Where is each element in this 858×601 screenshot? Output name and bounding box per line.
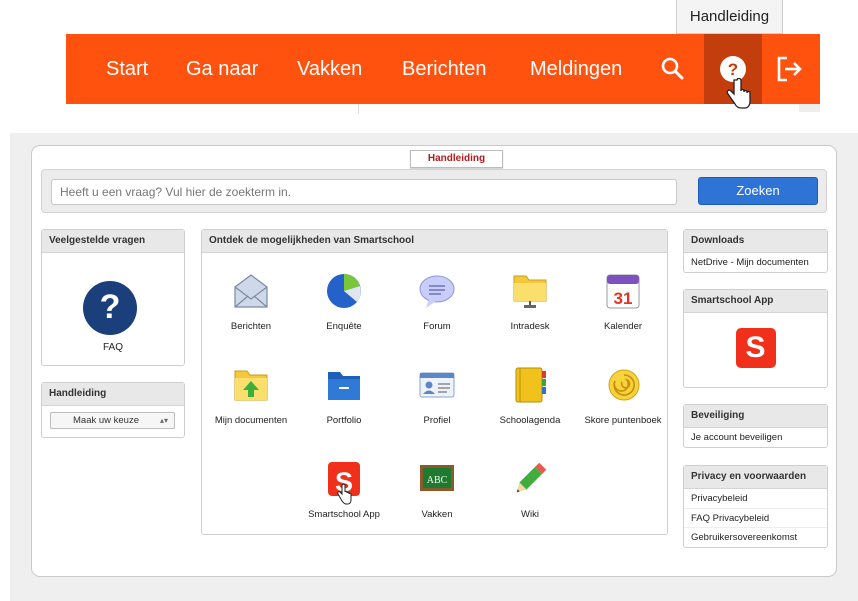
privacy-faq-link[interactable]: FAQ Privacybeleid <box>684 508 827 527</box>
agenda-icon <box>515 367 546 403</box>
nav-start[interactable]: Start <box>106 34 148 104</box>
logout-icon[interactable] <box>773 34 811 104</box>
hand-cursor-icon <box>337 484 352 505</box>
question-icon: ? <box>83 281 137 335</box>
nav-vakken[interactable]: Vakken <box>297 34 362 104</box>
app-enquete[interactable]: Enquête <box>298 271 390 355</box>
discover-title: Ontdek de mogelijkheden van Smartschool <box>202 230 667 253</box>
smartschool-app-panel: Smartschool App S <box>683 289 828 388</box>
calendar-icon: 31 <box>606 274 640 309</box>
manual-select-panel: Handleiding Maak uw keuze ▴▾ <box>41 382 185 438</box>
network-folder-icon <box>513 275 547 308</box>
netdrive-link[interactable]: NetDrive - Mijn documenten <box>684 253 827 272</box>
manual-select-title: Handleiding <box>42 383 184 406</box>
app-schoolagenda[interactable]: Schoolagenda <box>484 365 576 449</box>
smartschool-s-icon: S <box>735 328 776 368</box>
divider <box>358 104 359 114</box>
faq-panel: Veelgestelde vragen ? FAQ <box>41 229 185 366</box>
discover-panel: Ontdek de mogelijkheden van Smartschool … <box>201 229 668 535</box>
manual-title-tab: Handleiding <box>410 150 503 168</box>
hand-cursor-icon <box>726 78 751 109</box>
app-smartschool-app[interactable]: S Smartschool App <box>298 459 390 543</box>
app-vakken[interactable]: ABC Vakken <box>391 459 483 543</box>
manual-card: Handleiding Heeft u een vraag? Vul hier … <box>31 145 837 577</box>
app-wiki[interactable]: Wiki <box>484 459 576 543</box>
select-arrows-icon: ▴▾ <box>159 416 168 425</box>
nav-berichten[interactable]: Berichten <box>402 34 487 104</box>
nav-ga-naar[interactable]: Ga naar <box>186 34 258 104</box>
app-mijn-documenten[interactable]: Mijn documenten <box>205 365 297 449</box>
nav-meldingen[interactable]: Meldingen <box>530 34 622 104</box>
search-icon[interactable] <box>660 34 692 104</box>
envelope-icon <box>234 274 268 308</box>
app-forum[interactable]: Forum <box>391 271 483 355</box>
app-intradesk[interactable]: Intradesk <box>484 271 576 355</box>
app-skore-puntenboek[interactable]: Skore puntenboek <box>577 365 669 449</box>
downloads-panel: Downloads NetDrive - Mijn documenten <box>683 229 828 273</box>
snail-shell-icon <box>608 369 640 401</box>
security-title: Beveiliging <box>684 405 827 428</box>
blue-folder-icon <box>328 372 360 400</box>
pencil-icon <box>516 462 547 493</box>
chalkboard-icon: ABC <box>420 465 454 491</box>
search-input[interactable]: Heeft u een vraag? Vul hier de zoekterm … <box>51 179 677 205</box>
privacy-policy-link[interactable]: Privacybeleid <box>684 489 827 508</box>
svg-text:31: 31 <box>614 289 633 308</box>
faq-link[interactable]: ? FAQ <box>42 253 184 365</box>
top-navigation: Handleiding Start Ga naar Vakken Bericht… <box>66 0 820 114</box>
security-panel: Beveiliging Je account beveiligen <box>683 404 828 448</box>
upload-folder-icon <box>234 370 268 401</box>
manual-select-value: Maak uw keuze <box>73 415 140 426</box>
downloads-title: Downloads <box>684 230 827 253</box>
privacy-title: Privacy en voorwaarden <box>684 466 827 489</box>
app-portfolio[interactable]: Portfolio <box>298 365 390 449</box>
search-area: Heeft u een vraag? Vul hier de zoekterm … <box>41 169 827 213</box>
speech-bubble-icon <box>419 275 455 308</box>
manual-select[interactable]: Maak uw keuze ▴▾ <box>50 412 175 429</box>
navbar: Start Ga naar Vakken Berichten Meldingen… <box>66 34 820 109</box>
id-card-icon <box>419 372 455 398</box>
svg-text:?: ? <box>728 60 738 79</box>
manual-overlay: Handleiding Heeft u een vraag? Vul hier … <box>10 133 858 601</box>
app-profiel[interactable]: Profiel <box>391 365 483 449</box>
user-agreement-link[interactable]: Gebruikersovereenkomst <box>684 527 827 546</box>
smartschool-app-title: Smartschool App <box>684 290 827 313</box>
app-kalender[interactable]: 31 Kalender <box>577 271 669 355</box>
pie-chart-icon <box>327 274 361 308</box>
privacy-panel: Privacy en voorwaarden Privacybeleid FAQ… <box>683 465 828 548</box>
secure-account-link[interactable]: Je account beveiligen <box>684 428 827 447</box>
faq-panel-title: Veelgestelde vragen <box>42 230 184 253</box>
divider <box>799 104 820 112</box>
app-berichten[interactable]: Berichten <box>205 271 297 355</box>
svg-text:ABC: ABC <box>427 475 448 486</box>
help-tooltip: Handleiding <box>676 0 783 34</box>
help-button[interactable]: ? <box>704 34 762 109</box>
search-button[interactable]: Zoeken <box>698 177 818 205</box>
smartschool-app-link[interactable]: S <box>684 313 827 387</box>
faq-label: FAQ <box>102 342 123 353</box>
